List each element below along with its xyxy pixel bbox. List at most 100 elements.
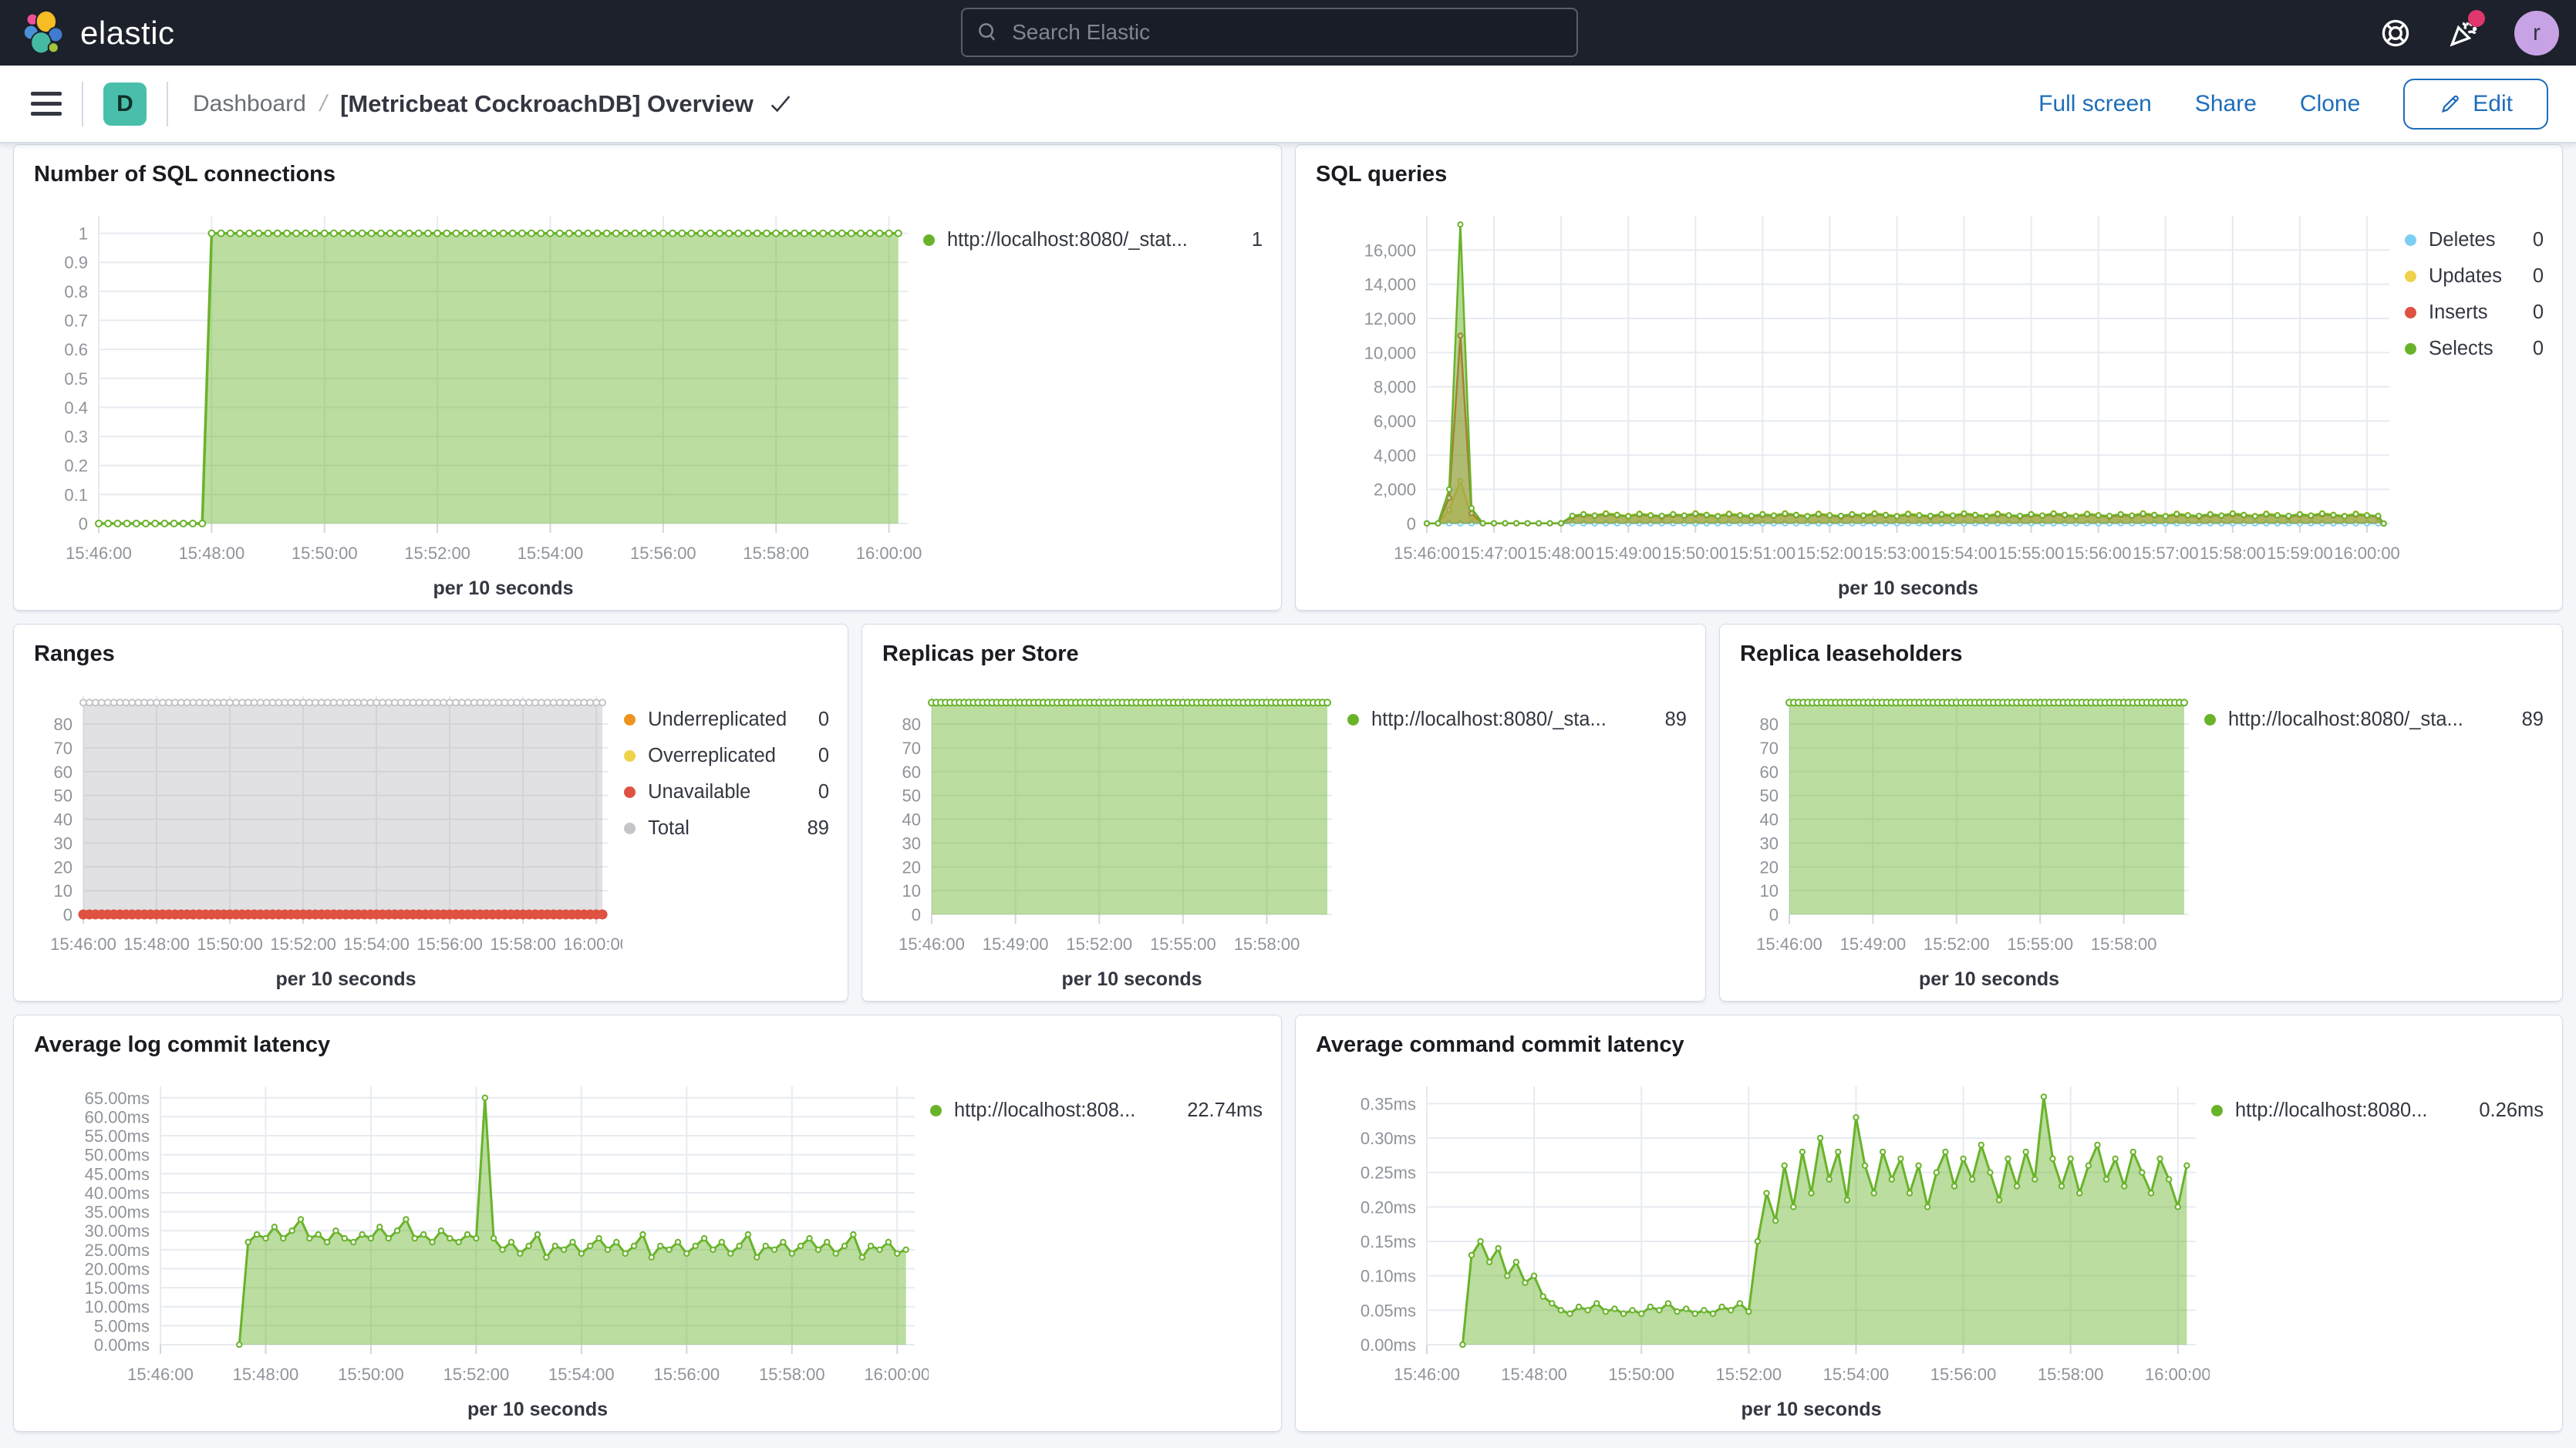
svg-text:15:58:00: 15:58:00 (759, 1365, 825, 1384)
menu-icon[interactable] (31, 92, 62, 116)
svg-text:80: 80 (902, 715, 921, 734)
svg-text:15:54:00: 15:54:00 (518, 544, 584, 563)
svg-text:40: 40 (1760, 810, 1779, 830)
panel-command-commit-latency: Average command commit latency 0.00ms0.0… (1295, 1015, 2563, 1432)
svg-text:15:50:00: 15:50:00 (1608, 1365, 1674, 1384)
legend-item[interactable]: Deletes0 (2403, 222, 2545, 258)
panel-title: Replicas per Store (882, 641, 1079, 667)
svg-text:70: 70 (1760, 739, 1779, 758)
elastic-logo[interactable]: elastic (22, 10, 175, 56)
legend-label: http://localhost:8080/_sta... (1371, 709, 1653, 731)
svg-text:15:50:00: 15:50:00 (292, 544, 358, 563)
ranges-chart[interactable]: 0102030405060708015:46:0015:48:0015:50:0… (22, 679, 622, 992)
legend-label: Underreplicated (648, 709, 806, 731)
svg-text:0.3: 0.3 (64, 427, 88, 446)
svg-text:15:55:00: 15:55:00 (2007, 934, 2073, 954)
clone-button[interactable]: Clone (2300, 91, 2360, 117)
help-icon[interactable] (2379, 16, 2412, 50)
news-icon[interactable] (2446, 16, 2480, 50)
svg-text:0: 0 (1407, 514, 1416, 534)
legend-item[interactable]: Overreplicated0 (622, 738, 831, 774)
svg-text:30: 30 (902, 833, 921, 853)
replica-leaseholders-chart[interactable]: 0102030405060708015:46:0015:49:0015:52:0… (1728, 679, 2203, 992)
legend-item[interactable]: Underreplicated0 (622, 702, 831, 738)
svg-text:per 10 seconds: per 10 seconds (1061, 968, 1202, 990)
avatar-letter: r (2533, 20, 2541, 46)
svg-text:15:56:00: 15:56:00 (1930, 1365, 1997, 1384)
svg-text:14,000: 14,000 (1364, 275, 1416, 295)
svg-text:15:54:00: 15:54:00 (548, 1365, 615, 1384)
svg-text:70: 70 (54, 739, 72, 758)
svg-text:40: 40 (902, 810, 921, 830)
svg-text:20: 20 (1760, 857, 1779, 877)
svg-text:15:50:00: 15:50:00 (338, 1365, 404, 1384)
svg-text:0.8: 0.8 (64, 282, 88, 301)
breadcrumb-dashboard[interactable]: Dashboard (193, 91, 306, 117)
svg-text:0: 0 (79, 514, 88, 534)
check-icon[interactable] (767, 91, 794, 117)
replicas-per-store-chart[interactable]: 0102030405060708015:46:0015:49:0015:52:0… (870, 679, 1346, 992)
legend-dot (624, 750, 636, 762)
svg-text:0.05ms: 0.05ms (1360, 1301, 1416, 1320)
svg-text:0.00ms: 0.00ms (94, 1335, 150, 1355)
svg-text:15:56:00: 15:56:00 (2065, 544, 2132, 563)
legend-item[interactable]: http://localhost:8080/_sta...89 (1346, 702, 1688, 738)
legend-item[interactable]: Total89 (622, 810, 831, 847)
log-commit-latency-chart[interactable]: 0.00ms5.00ms10.00ms15.00ms20.00ms25.00ms… (22, 1069, 929, 1422)
legend-label: http://localhost:8080/_sta... (2228, 709, 2510, 731)
svg-text:15:46:00: 15:46:00 (899, 934, 965, 954)
svg-text:15:46:00: 15:46:00 (1756, 934, 1822, 954)
svg-text:15:54:00: 15:54:00 (1931, 544, 1998, 563)
space-badge[interactable]: D (103, 83, 147, 126)
svg-text:8,000: 8,000 (1374, 378, 1416, 397)
legend-label: Overreplicated (648, 745, 806, 767)
svg-text:80: 80 (1760, 715, 1779, 734)
svg-text:60: 60 (902, 763, 921, 782)
panel-title: SQL queries (1316, 162, 1447, 187)
app-window: elastic (0, 0, 2576, 1448)
legend-item[interactable]: Inserts0 (2403, 295, 2545, 331)
svg-text:35.00ms: 35.00ms (85, 1203, 150, 1222)
legend-item[interactable]: Updates0 (2403, 258, 2545, 295)
svg-text:80: 80 (54, 715, 72, 734)
share-button[interactable]: Share (2195, 91, 2257, 117)
legend-item[interactable]: http://localhost:808...22.74ms (929, 1093, 1264, 1129)
legend-value: 89 (808, 817, 829, 840)
svg-text:15:46:00: 15:46:00 (50, 934, 116, 954)
legend-item[interactable]: Selects0 (2403, 331, 2545, 367)
svg-text:15:58:00: 15:58:00 (2200, 544, 2266, 563)
sql-queries-chart[interactable]: 02,0004,0006,0008,00010,00012,00014,0001… (1303, 199, 2403, 601)
svg-text:15:56:00: 15:56:00 (630, 544, 696, 563)
svg-text:25.00ms: 25.00ms (85, 1241, 150, 1260)
legend-dot (2211, 1105, 2223, 1116)
svg-text:15:58:00: 15:58:00 (2038, 1365, 2104, 1384)
svg-text:0.15ms: 0.15ms (1360, 1232, 1416, 1251)
svg-text:15:46:00: 15:46:00 (1394, 1365, 1460, 1384)
legend-value: 0 (2533, 301, 2544, 324)
user-avatar[interactable]: r (2514, 11, 2559, 56)
legend-item[interactable]: http://localhost:8080/_stat...1 (922, 222, 1264, 258)
global-search[interactable] (961, 8, 1578, 57)
svg-text:0.35ms: 0.35ms (1360, 1094, 1416, 1113)
svg-text:per 10 seconds: per 10 seconds (467, 1399, 608, 1420)
svg-text:10: 10 (1760, 881, 1779, 901)
svg-text:15:49:00: 15:49:00 (1840, 934, 1907, 954)
panel-sql-connections: Number of SQL connections 00.10.20.30.40… (13, 144, 1282, 611)
search-input[interactable] (1010, 19, 1563, 45)
svg-text:0.6: 0.6 (64, 340, 88, 359)
legend-item[interactable]: Unavailable0 (622, 774, 831, 810)
command-commit-latency-chart[interactable]: 0.00ms0.05ms0.10ms0.15ms0.20ms0.25ms0.30… (1303, 1069, 2210, 1422)
svg-text:5.00ms: 5.00ms (94, 1316, 150, 1335)
legend-value: 0 (2533, 265, 2544, 288)
full-screen-button[interactable]: Full screen (2038, 91, 2152, 117)
edit-button[interactable]: Edit (2403, 79, 2548, 130)
legend-item[interactable]: http://localhost:8080...0.26ms (2210, 1093, 2545, 1129)
legend-item[interactable]: http://localhost:8080/_sta...89 (2203, 702, 2545, 738)
svg-text:15:48:00: 15:48:00 (1528, 544, 1594, 563)
svg-text:60: 60 (1760, 763, 1779, 782)
svg-text:16:00:00: 16:00:00 (563, 934, 622, 954)
legend-label: Unavailable (648, 781, 806, 803)
svg-text:10,000: 10,000 (1364, 343, 1416, 362)
legend-dot (1347, 714, 1359, 726)
sql-connections-chart[interactable]: 00.10.20.30.40.50.60.70.80.9115:46:0015:… (22, 199, 922, 601)
